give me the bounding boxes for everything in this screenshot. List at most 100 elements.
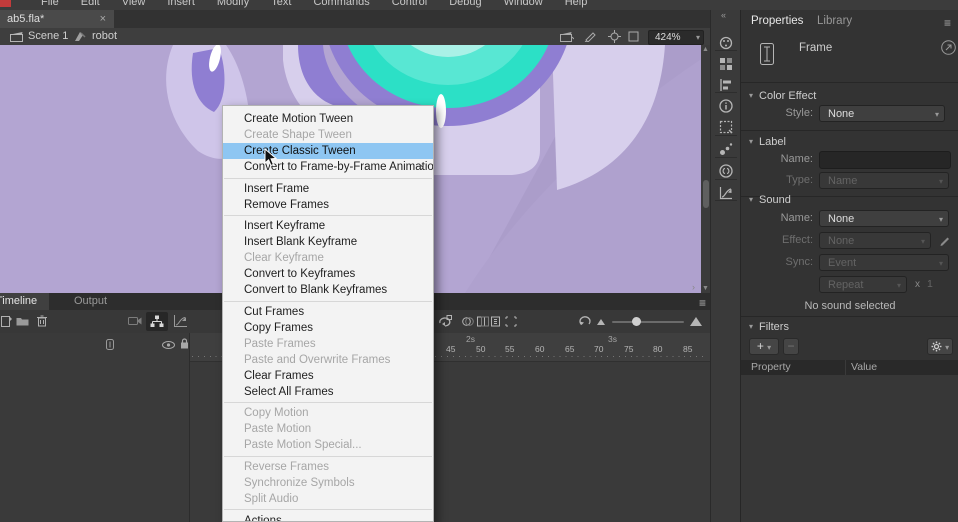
add-filter-button[interactable]: + ▾: [749, 338, 779, 355]
menu-control[interactable]: Control: [381, 0, 438, 10]
context-menu-item-copy-frames[interactable]: Copy Frames: [223, 320, 433, 336]
tab-library[interactable]: Library: [817, 15, 852, 27]
timeline-tab-timeline[interactable]: Timeline: [0, 293, 49, 310]
menu-view[interactable]: View: [111, 0, 157, 10]
document-tab[interactable]: ab5.fla* ×: [0, 10, 114, 28]
scroll-up-icon[interactable]: ▲: [702, 46, 709, 53]
context-menu-item-create-classic-tween[interactable]: Create Classic Tween: [223, 143, 433, 159]
sound-name-dropdown[interactable]: None▾: [819, 210, 949, 227]
context-menu-item-reverse-frames[interactable]: Reverse Frames: [223, 459, 433, 475]
context-menu-item-insert-blank-keyframe[interactable]: Insert Blank Keyframe: [223, 234, 433, 250]
context-menu-item-convert-to-keyframes[interactable]: Convert to Keyframes: [223, 266, 433, 282]
new-layer-icon[interactable]: [1, 315, 12, 327]
context-menu-item-split-audio[interactable]: Split Audio: [223, 491, 433, 507]
section-color-effect[interactable]: ▾Color Effect: [749, 90, 816, 102]
menu-text[interactable]: Text: [260, 0, 302, 10]
help-circle-icon[interactable]: [941, 40, 956, 55]
delete-layer-icon[interactable]: [37, 315, 47, 327]
loop-playback-icon[interactable]: [438, 315, 452, 327]
context-menu-item-create-motion-tween[interactable]: Create Motion Tween: [223, 111, 433, 127]
dock-separator: [715, 179, 737, 180]
context-menu-item-insert-keyframe[interactable]: Insert Keyframe: [223, 218, 433, 234]
context-menu-item-select-all-frames[interactable]: Select All Frames: [223, 384, 433, 400]
new-folder-icon[interactable]: [16, 316, 29, 326]
context-menu-item-paste-frames[interactable]: Paste Frames: [223, 336, 433, 352]
clip-content-icon[interactable]: [628, 31, 639, 42]
reset-timeline-zoom-icon[interactable]: [578, 315, 591, 327]
section-sound[interactable]: ▾Sound: [749, 194, 791, 206]
transform-panel-icon[interactable]: [719, 120, 733, 134]
context-menu-item-synchronize-symbols[interactable]: Synchronize Symbols: [223, 475, 433, 491]
graph-editor-icon[interactable]: [173, 314, 188, 328]
menu-help[interactable]: Help: [554, 0, 599, 10]
align-panel-icon[interactable]: [719, 78, 733, 92]
edit-multiple-frames-icon[interactable]: [491, 316, 503, 327]
motion-editor-icon[interactable]: [719, 186, 733, 200]
parenting-view-button[interactable]: [146, 312, 168, 331]
menu-window[interactable]: Window: [493, 0, 554, 10]
menu-debug[interactable]: Debug: [438, 0, 492, 10]
visibility-column-icon[interactable]: [162, 341, 175, 349]
filter-options-button[interactable]: ▾: [927, 338, 953, 355]
menu-edit[interactable]: Edit: [70, 0, 111, 10]
context-menu-item-convert-to-blank-keyframes[interactable]: Convert to Blank Keyframes: [223, 282, 433, 298]
edit-sound-pencil-icon[interactable]: [939, 234, 951, 246]
color-panel-icon[interactable]: [719, 36, 733, 50]
context-menu-item-remove-frames[interactable]: Remove Frames: [223, 197, 433, 213]
context-menu-item-clear-keyframe[interactable]: Clear Keyframe: [223, 250, 433, 266]
edit-scene-icon[interactable]: [560, 31, 574, 42]
menu-commands[interactable]: Commands: [302, 0, 380, 10]
tab-properties[interactable]: Properties: [751, 15, 803, 27]
context-menu-item-copy-motion[interactable]: Copy Motion: [223, 405, 433, 421]
dock-separator: [715, 92, 737, 93]
zoom-level-dropdown[interactable]: 424% ▾: [648, 30, 704, 45]
context-menu-item-insert-frame[interactable]: Insert Frame: [223, 181, 433, 197]
context-menu-item-actions[interactable]: Actions: [223, 513, 433, 522]
context-menu-item-paste-motion-special[interactable]: Paste Motion Special...: [223, 437, 433, 453]
context-menu-item-clear-frames[interactable]: Clear Frames: [223, 368, 433, 384]
cc-libraries-icon[interactable]: [719, 164, 733, 178]
breadcrumb-scene[interactable]: Scene 1: [28, 30, 68, 42]
menu-file[interactable]: File: [30, 0, 70, 10]
timeline-zoom-slider[interactable]: [612, 321, 684, 323]
context-menu-item-convert-to-frame-by-frame-animation[interactable]: Convert to Frame-by-Frame Animation›: [223, 159, 433, 175]
collapse-dock-icon[interactable]: «: [721, 10, 726, 20]
onion-skin-outline-icon[interactable]: [477, 316, 489, 327]
info-panel-icon[interactable]: [719, 99, 733, 113]
zoom-out-frames-icon[interactable]: [597, 319, 605, 325]
context-menu-item-create-shape-tween[interactable]: Create Shape Tween: [223, 127, 433, 143]
timeline-tab-output[interactable]: Output: [62, 293, 119, 310]
camera-layer-icon[interactable]: [128, 316, 142, 326]
timeline-menu-icon[interactable]: ≡: [699, 296, 706, 310]
brush-library-icon[interactable]: [719, 142, 733, 156]
center-frame-icon[interactable]: [608, 30, 621, 43]
panel-menu-icon[interactable]: ≡: [944, 16, 951, 30]
stage-vertical-scrollbar[interactable]: ▲ ▼: [701, 45, 710, 293]
onion-skin-icon[interactable]: [462, 316, 474, 327]
ruler-number-60: 60: [535, 344, 544, 354]
section-filters[interactable]: ▾Filters: [749, 321, 789, 333]
object-type-label: Frame: [799, 42, 832, 54]
context-menu-item-cut-frames[interactable]: Cut Frames: [223, 304, 433, 320]
marker-range-icon[interactable]: [505, 316, 517, 327]
menu-modify[interactable]: Modify: [206, 0, 260, 10]
scrollbar-thumb[interactable]: [703, 180, 709, 208]
label-name-input[interactable]: [819, 151, 951, 169]
zoom-in-frames-icon[interactable]: [690, 317, 702, 326]
breadcrumb-symbol[interactable]: robot: [92, 30, 117, 42]
scroll-down-icon[interactable]: ▼: [702, 285, 709, 292]
remove-filter-button[interactable]: −: [783, 338, 799, 355]
ruler-seconds-3s: 3s: [608, 334, 617, 344]
stage-corner-arrow-icon[interactable]: ›: [692, 282, 695, 292]
timeline-zoom-slider-handle[interactable]: [632, 317, 641, 326]
chevron-down-icon: ▾: [696, 31, 700, 44]
style-dropdown[interactable]: None▾: [819, 105, 945, 122]
close-tab-icon[interactable]: ×: [100, 10, 106, 28]
menu-insert[interactable]: Insert: [156, 0, 206, 10]
section-label[interactable]: ▾Label: [749, 136, 786, 148]
context-menu-item-paste-motion[interactable]: Paste Motion: [223, 421, 433, 437]
swatches-panel-icon[interactable]: [719, 57, 733, 71]
lock-column-icon[interactable]: [180, 338, 189, 349]
edit-symbols-icon[interactable]: [584, 31, 597, 42]
context-menu-item-paste-and-overwrite-frames[interactable]: Paste and Overwrite Frames: [223, 352, 433, 368]
